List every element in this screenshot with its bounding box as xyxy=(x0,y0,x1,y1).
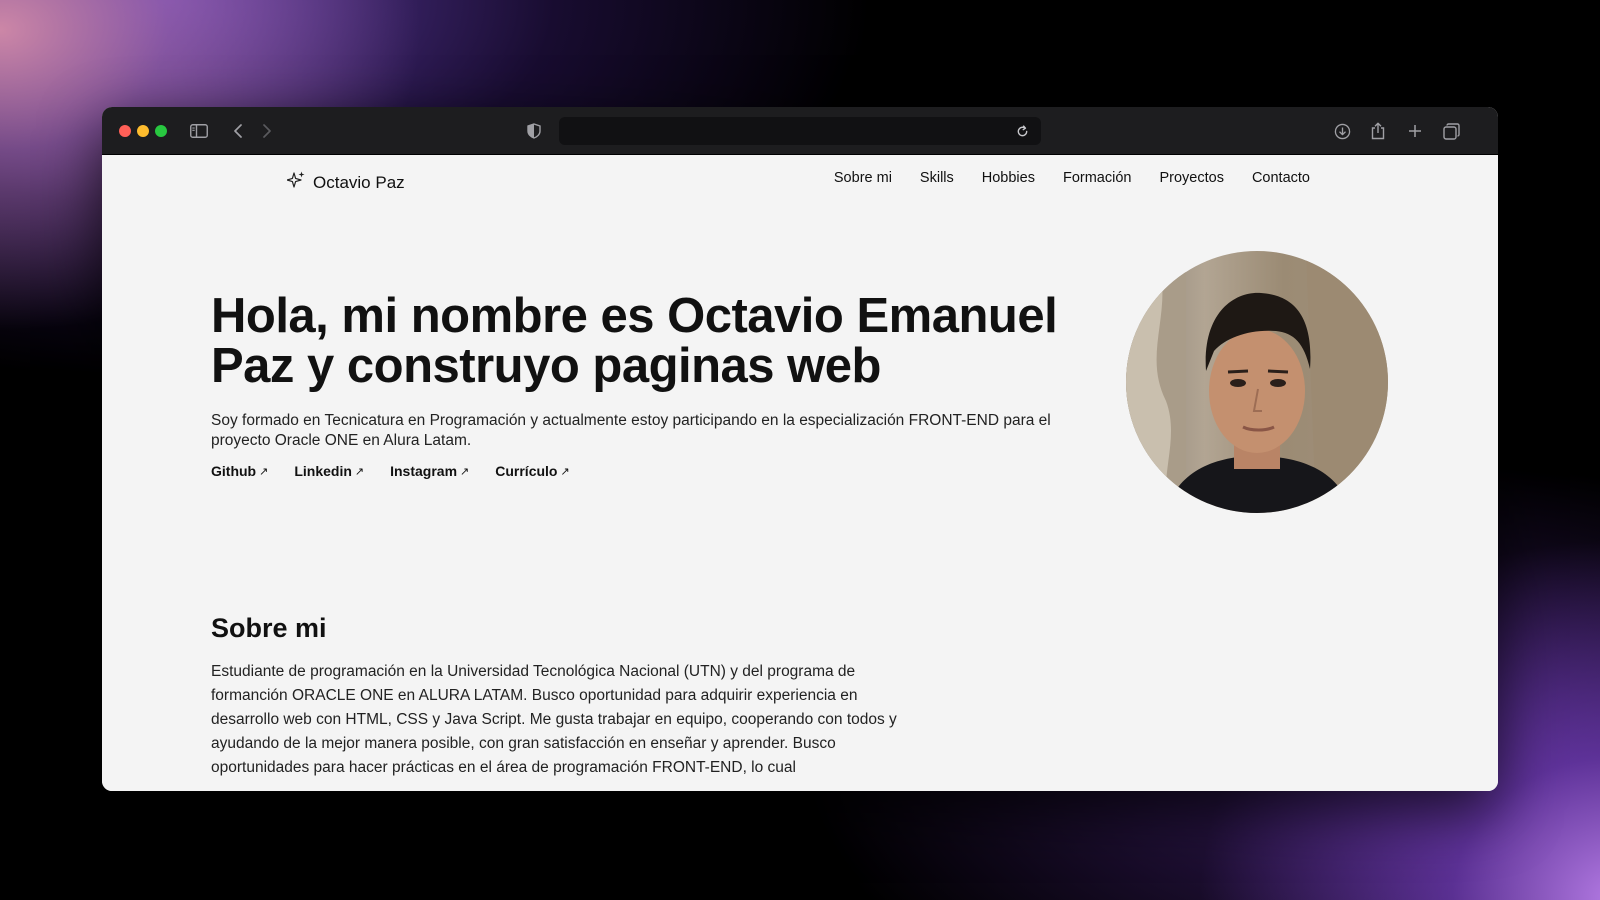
zoom-window-button[interactable] xyxy=(155,125,167,137)
sidebar-icon[interactable] xyxy=(187,119,211,143)
nav-link-contacto[interactable]: Contacto xyxy=(1252,170,1310,186)
nav-link-sobre-mi[interactable]: Sobre mi xyxy=(834,170,892,186)
external-link-icon: ↗ xyxy=(560,465,570,478)
nav-link-formacion[interactable]: Formación xyxy=(1063,170,1132,186)
instagram-link[interactable]: Instagram ↗ xyxy=(390,463,469,479)
hero-title: Hola, mi nombre es Octavio Emanuel Paz y… xyxy=(211,289,1058,393)
about-text: Estudiante de programación en la Univers… xyxy=(211,663,897,776)
main-nav: Sobre mi Skills Hobbies Formación Proyec… xyxy=(834,170,1310,186)
nav-link-proyectos[interactable]: Proyectos xyxy=(1159,170,1223,186)
curriculum-link-label: Currículo xyxy=(495,463,558,479)
web-page: Octavio Paz Sobre mi Skills Hobbies Form… xyxy=(102,155,1498,791)
external-link-icon: ↗ xyxy=(460,465,470,478)
about-title: Sobre mi xyxy=(211,613,327,643)
browser-window: Octavio Paz Sobre mi Skills Hobbies Form… xyxy=(102,107,1498,791)
browser-toolbar xyxy=(102,107,1498,155)
shield-icon[interactable] xyxy=(522,119,546,143)
sparkle-icon xyxy=(286,171,305,194)
nav-link-hobbies[interactable]: Hobbies xyxy=(982,170,1035,186)
close-window-button[interactable] xyxy=(119,125,131,137)
external-link-icon: ↗ xyxy=(259,465,269,478)
instagram-link-label: Instagram xyxy=(390,463,458,479)
social-links: Github ↗ Linkedin ↗ Instagram ↗ Currícul… xyxy=(211,463,570,479)
github-link[interactable]: Github ↗ xyxy=(211,463,268,479)
github-link-label: Github xyxy=(211,463,257,479)
tabs-overview-icon[interactable] xyxy=(1439,119,1463,143)
profile-photo xyxy=(1126,251,1388,513)
linkedin-link-label: Linkedin xyxy=(294,463,352,479)
linkedin-link[interactable]: Linkedin ↗ xyxy=(294,463,364,479)
address-bar[interactable] xyxy=(559,117,1041,145)
new-tab-icon[interactable] xyxy=(1403,119,1427,143)
nav-link-skills[interactable]: Skills xyxy=(920,170,954,186)
brand-logo[interactable]: Octavio Paz xyxy=(286,171,405,194)
forward-icon[interactable] xyxy=(255,119,279,143)
hero-description: Soy formado en Tecnicatura en Programaci… xyxy=(211,412,1051,449)
download-icon[interactable] xyxy=(1330,119,1354,143)
reload-icon[interactable] xyxy=(1012,121,1032,141)
external-link-icon: ↗ xyxy=(354,465,365,478)
back-icon[interactable] xyxy=(226,119,250,143)
curriculum-link[interactable]: Currículo ↗ xyxy=(495,463,569,479)
minimize-window-button[interactable] xyxy=(137,125,149,137)
share-icon[interactable] xyxy=(1366,119,1390,143)
brand-name: Octavio Paz xyxy=(313,172,405,192)
